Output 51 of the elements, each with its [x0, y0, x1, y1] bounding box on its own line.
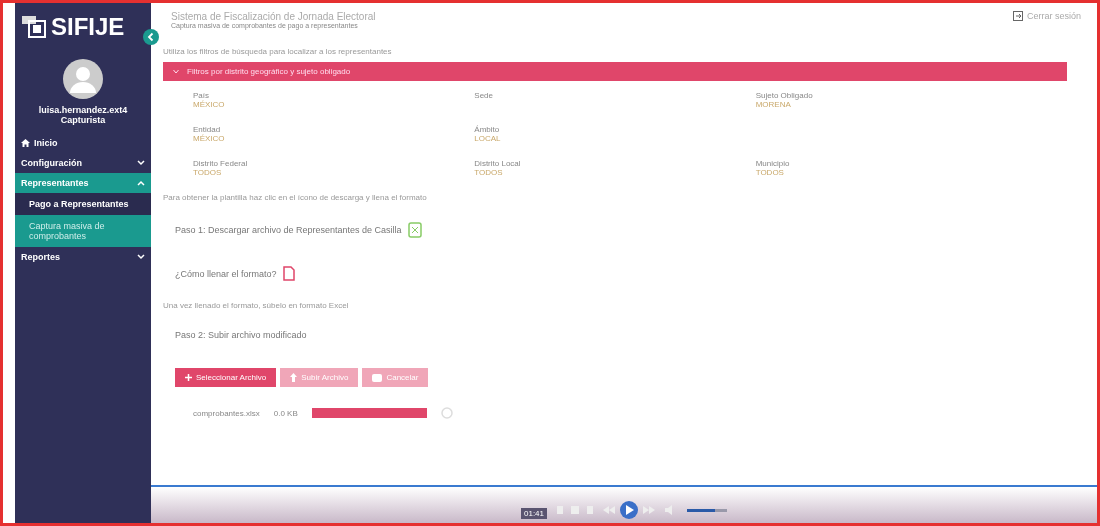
select-file-button[interactable]: Seleccionar Archivo [175, 368, 277, 387]
filter-value[interactable]: TODOS [474, 168, 756, 177]
menu-item[interactable]: Configuración [15, 153, 151, 173]
chevron-icon [137, 160, 145, 166]
filter-value[interactable]: TODOS [755, 168, 1037, 177]
filter-value[interactable]: LOCAL [474, 134, 756, 143]
filter-label: Sede [474, 91, 494, 100]
filter-value[interactable]: TODOS [193, 168, 475, 177]
filter-label: Distrito Local [474, 159, 522, 168]
logout-icon [1012, 11, 1023, 21]
instruction-text: Utiliza los filtros de búsqueda para localizar a los representantes [163, 47, 393, 56]
help-link[interactable]: ¿Cómo llenar el formato? [175, 268, 277, 279]
logout-button[interactable]: Cerrar sesión [1012, 11, 1081, 21]
volume-slider[interactable] [687, 509, 715, 512]
filter-label: Municipio [755, 159, 791, 168]
filter-label: País [193, 91, 210, 100]
avatar-icon [63, 59, 103, 99]
user-name: luisa.hernandez.ext4 [37, 105, 129, 115]
submenu-item[interactable]: Pago a Representantes [15, 193, 151, 215]
user-role: Capturista [59, 115, 107, 125]
menu-item[interactable]: Reportes [15, 247, 151, 267]
step-text: Paso 2: Subir archivo modificado [175, 330, 307, 340]
chevron-icon [137, 180, 145, 186]
instruction-text: Para obtener la plantilla haz clic en el ícono de descarga y llena el formato [163, 193, 428, 202]
filter-label: Sujeto Obligado [755, 91, 814, 100]
document-icon[interactable] [282, 266, 295, 281]
filter-value[interactable]: MÉXICO [193, 134, 475, 143]
collapse-icon[interactable] [143, 29, 159, 45]
step-text: Paso 1: Descargar archivo de Representantes de Casilla [175, 225, 402, 235]
filter-value[interactable]: MÉXICO [193, 100, 475, 109]
upload-icon [290, 373, 298, 382]
submenu-item[interactable]: Captura masiva de comprobantes [15, 215, 151, 247]
filter-label: Ámbito [474, 125, 501, 134]
chevron-icon [173, 69, 179, 74]
file-name: comprobantes.xlsx [193, 408, 260, 418]
filter-label: Distrito Federal [193, 159, 249, 168]
logo-icon [21, 15, 47, 39]
plus-icon [185, 374, 192, 381]
page-title: Sistema de Fiscalización de Jornada Electoral [171, 11, 376, 22]
filter-value[interactable]: MORENA [755, 100, 1037, 109]
instruction-text: Una vez llenado el formato, súbelo en formato Excel [163, 301, 350, 310]
filter-panel-header[interactable]: Filtros por distrito geográfico y sujeto obligado [163, 62, 1067, 81]
menu-item[interactable]: Representantes [15, 173, 151, 193]
home-icon [21, 139, 30, 147]
spreadsheet-icon[interactable] [407, 222, 422, 238]
logo-text: SIFIJE [51, 13, 125, 41]
chevron-icon [137, 254, 145, 260]
player-time: 01:41 [521, 508, 547, 519]
file-size: 0.0 KB [273, 408, 298, 418]
menu-item[interactable]: Inicio [15, 133, 151, 153]
filter-label: Entidad [193, 125, 222, 134]
